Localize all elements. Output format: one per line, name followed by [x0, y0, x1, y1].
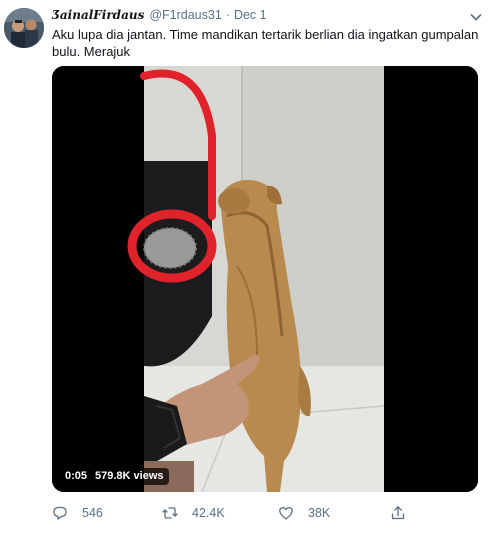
like-button[interactable]: 38K: [278, 503, 330, 523]
avatar-image: [4, 8, 44, 48]
reply-icon: [53, 506, 67, 520]
tweet-date[interactable]: Dec 1: [234, 8, 267, 22]
video-views-badge: 579.8K views: [90, 468, 169, 485]
video-duration-badge: 0:05: [60, 468, 93, 485]
video-player[interactable]: 0:05 579.8K views: [52, 66, 478, 492]
avatar[interactable]: [4, 8, 44, 48]
retweet-button[interactable]: 42.4K: [162, 503, 225, 523]
separator-dot: ·: [225, 8, 230, 22]
reply-button[interactable]: 546: [52, 503, 103, 523]
video-frame: [52, 66, 478, 492]
tweet-actions: 546 42.4K 38K: [52, 503, 462, 523]
tweet-header: ƷainalFirdaus @F1rdaus31 · Dec 1: [52, 8, 267, 26]
display-name[interactable]: ƷainalFirdaus: [52, 8, 144, 22]
user-handle[interactable]: @F1rdaus31: [149, 8, 221, 22]
share-icon: [391, 506, 405, 520]
retweet-count: 42.4K: [192, 506, 225, 520]
chevron-down-icon[interactable]: [468, 9, 484, 25]
reply-count: 546: [82, 506, 103, 520]
like-icon: [279, 506, 293, 520]
share-button[interactable]: [390, 503, 406, 523]
like-count: 38K: [308, 506, 331, 520]
retweet-icon: [162, 507, 178, 519]
tweet-text: Aku lupa dia jantan. Time mandikan terta…: [52, 27, 479, 59]
tweet: ƷainalFirdaus @F1rdaus31 · Dec 1 Aku lup…: [0, 0, 498, 533]
